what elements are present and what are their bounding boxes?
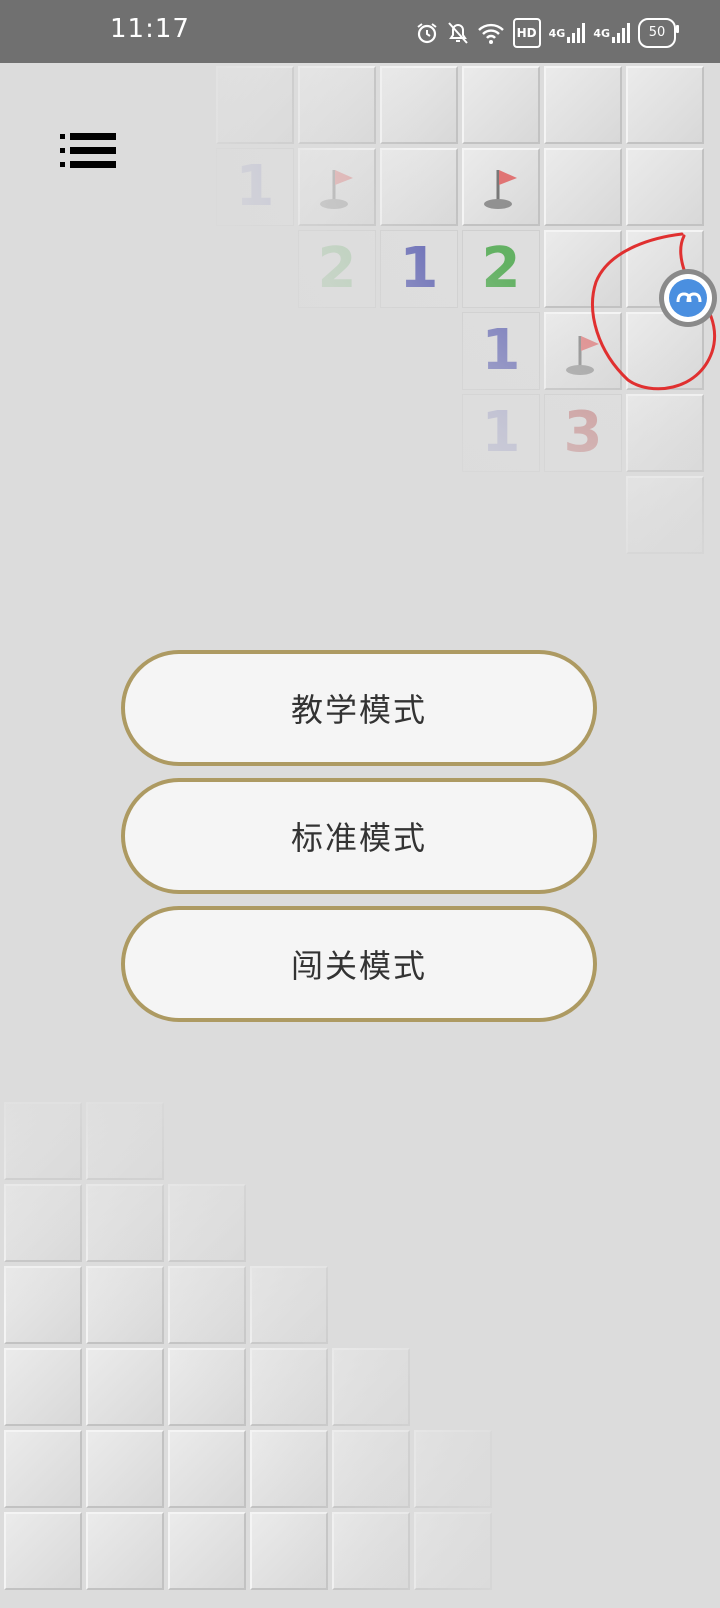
board-tile <box>250 1266 328 1344</box>
teaching-mode-button[interactable]: 教学模式 <box>121 650 597 766</box>
standard-mode-button[interactable]: 标准模式 <box>121 778 597 894</box>
status-bar: 11:17 HD 4G 4G 50 <box>0 0 720 63</box>
board-tile <box>626 66 704 144</box>
board-number: 1 <box>399 236 439 301</box>
board-number: 2 <box>317 236 357 301</box>
board-tile <box>86 1348 164 1426</box>
board-tile <box>626 476 704 554</box>
board-tile <box>86 1266 164 1344</box>
board-number: 2 <box>481 236 521 301</box>
board-number: 1 <box>481 400 521 465</box>
board-tile <box>4 1266 82 1344</box>
signal-4g-icon: 4G <box>549 20 586 46</box>
board-tile <box>380 148 458 226</box>
board-tile <box>168 1348 246 1426</box>
board-tile <box>4 1102 82 1180</box>
board-tile <box>168 1512 246 1590</box>
board-tile <box>168 1266 246 1344</box>
board-tile <box>414 1430 492 1508</box>
network-label: 4G <box>548 26 566 40</box>
menu-button[interactable] <box>60 132 116 170</box>
board-tile <box>462 66 540 144</box>
board-tile <box>4 1512 82 1590</box>
board-tile <box>544 66 622 144</box>
status-icons: HD 4G 4G 50 <box>415 18 679 48</box>
alarm-icon <box>415 20 439 46</box>
challenge-mode-button[interactable]: 闯关模式 <box>121 906 597 1022</box>
board-tile <box>626 148 704 226</box>
signal-4g-icon: 4G <box>593 20 630 46</box>
floating-assistant-icon[interactable] <box>658 268 718 328</box>
board-tile <box>332 1512 410 1590</box>
battery-icon: 50 <box>638 18 679 48</box>
board-tile <box>168 1430 246 1508</box>
board-tile <box>332 1430 410 1508</box>
board-tile <box>380 66 458 144</box>
board-tile <box>168 1184 246 1262</box>
flag-icon <box>320 170 353 209</box>
board-tile <box>4 1430 82 1508</box>
board-tile <box>86 1184 164 1262</box>
board-tile <box>250 1348 328 1426</box>
board-tile <box>4 1184 82 1262</box>
bell-muted-icon <box>447 20 469 46</box>
board-tile <box>4 1348 82 1426</box>
board-tile <box>250 1512 328 1590</box>
board-tile <box>414 1512 492 1590</box>
wifi-icon <box>477 20 505 46</box>
board-number: 1 <box>481 318 521 383</box>
status-time: 11:17 <box>110 14 190 44</box>
network-label: 4G <box>593 26 610 40</box>
board-number: 3 <box>563 400 603 465</box>
menu-list-icon <box>60 133 116 168</box>
board-tile <box>86 1102 164 1180</box>
board-tile <box>544 148 622 226</box>
board-tile <box>298 66 376 144</box>
flag-icon <box>484 170 517 209</box>
board-tile <box>250 1430 328 1508</box>
board-tile <box>216 66 294 144</box>
board-tile <box>86 1430 164 1508</box>
hd-icon: HD <box>512 18 541 48</box>
board-tile <box>86 1512 164 1590</box>
board-number: 1 <box>235 154 275 219</box>
board-tile <box>626 394 704 472</box>
board-tile <box>332 1348 410 1426</box>
